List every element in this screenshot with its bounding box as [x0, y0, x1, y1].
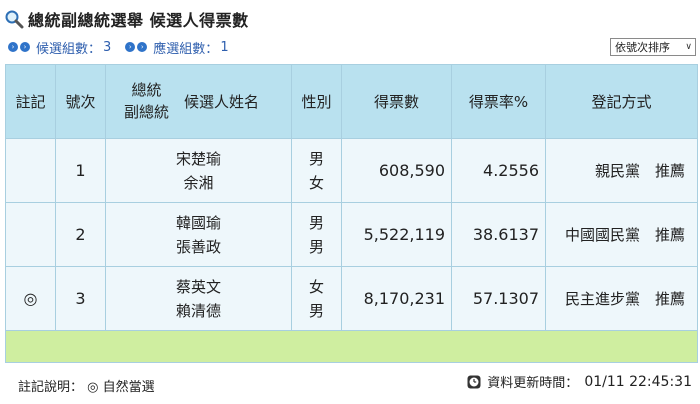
vice-name: 張善政 [175, 237, 221, 256]
vice-name: 余湘 [183, 173, 214, 192]
row-mark [5, 202, 56, 267]
table-header-row: 註記 號次 總統 副總統 候選人姓名 性別 得票數 得票率% 登記方式 [5, 64, 698, 139]
col-candidate-name: 總統 副總統 候選人姓名 [105, 64, 292, 139]
vice-gender: 男 [308, 301, 324, 320]
sort-select[interactable]: 依號次排序 ∨ [610, 38, 696, 56]
row-names: 宋楚瑜 余湘 [105, 138, 292, 203]
page-title: 總統副總統選舉 候選人得票數 [28, 11, 249, 30]
row-names: 蔡英文 賴清德 [105, 266, 292, 331]
vice-name: 賴清德 [175, 301, 221, 320]
row-mark [5, 138, 56, 203]
candidates-count: 3 [103, 39, 112, 55]
vice-gender: 男 [308, 237, 324, 256]
update-time-row: 資料更新時間： 01/11 22:45:31 [467, 372, 692, 391]
col-position-president: 總統 [131, 81, 162, 99]
update-time: 01/11 22:45:31 [584, 373, 692, 390]
clock-icon [467, 375, 481, 388]
col-votes: 得票數 [341, 64, 452, 139]
double-arrow-icon: › › [125, 42, 149, 52]
president-name: 韓國瑜 [175, 213, 221, 232]
row-votes: 5,522,119 [341, 202, 452, 267]
row-rate: 4.2556 [451, 138, 546, 203]
row-registration: 民主進步黨 推薦 [545, 266, 698, 331]
table-row: 1 宋楚瑜 余湘 男 女 608,590 4.2556 親民黨 推薦 [5, 138, 698, 203]
row-registration: 中國國民黨 推薦 [545, 202, 698, 267]
col-number: 號次 [55, 64, 106, 139]
table-row: 2 韓國瑜 張善政 男 男 5,522,119 38.6137 中國國民黨 推薦 [5, 202, 698, 267]
elected-count: 1 [220, 39, 229, 55]
row-gender: 男 男 [291, 202, 342, 267]
page-header: 總統副總統選舉 候選人得票數 [4, 6, 249, 32]
table-footer-row [5, 330, 698, 363]
col-mark: 註記 [5, 64, 56, 139]
chevron-down-icon: ∨ [685, 42, 692, 52]
col-rate: 得票率% [451, 64, 546, 139]
col-gender: 性別 [291, 64, 342, 139]
row-votes: 608,590 [341, 138, 452, 203]
info-row: › › 候選組數： 3 › › 應選組數： 1 [8, 38, 243, 57]
candidates-label: 候選組數： [36, 41, 102, 57]
row-votes: 8,170,231 [341, 266, 452, 331]
results-table: 註記 號次 總統 副總統 候選人姓名 性別 得票數 得票率% 登記方式 1 宋楚… [5, 64, 698, 363]
table-footer-cell [5, 330, 698, 363]
president-name: 蔡英文 [175, 277, 221, 296]
col-registration: 登記方式 [545, 64, 698, 139]
president-name: 宋楚瑜 [175, 149, 221, 168]
legend-note: 註記說明： ◎ 自然當選 [18, 380, 155, 395]
table-row: ◎ 3 蔡英文 賴清德 女 男 8,170,231 57.1307 民主進步黨 … [5, 266, 698, 331]
elected-label: 應選組數： [153, 41, 219, 57]
double-arrow-icon: › › [8, 42, 32, 52]
col-name-label: 候選人姓名 [184, 93, 260, 111]
update-label: 資料更新時間： [487, 376, 579, 391]
row-rate: 38.6137 [451, 202, 546, 267]
president-gender: 女 [308, 277, 324, 296]
row-rate: 57.1307 [451, 266, 546, 331]
vice-gender: 女 [308, 173, 324, 192]
row-registration: 親民黨 推薦 [545, 138, 698, 203]
row-names: 韓國瑜 張善政 [105, 202, 292, 267]
magnifier-icon [5, 10, 24, 29]
sort-selected-value: 依號次排序 [615, 41, 670, 54]
president-gender: 男 [308, 149, 324, 168]
row-number: 2 [55, 202, 106, 267]
row-number: 1 [55, 138, 106, 203]
row-gender: 女 男 [291, 266, 342, 331]
row-mark: ◎ [5, 266, 56, 331]
president-gender: 男 [308, 213, 324, 232]
col-position-vice: 副總統 [124, 103, 170, 121]
row-gender: 男 女 [291, 138, 342, 203]
row-number: 3 [55, 266, 106, 331]
